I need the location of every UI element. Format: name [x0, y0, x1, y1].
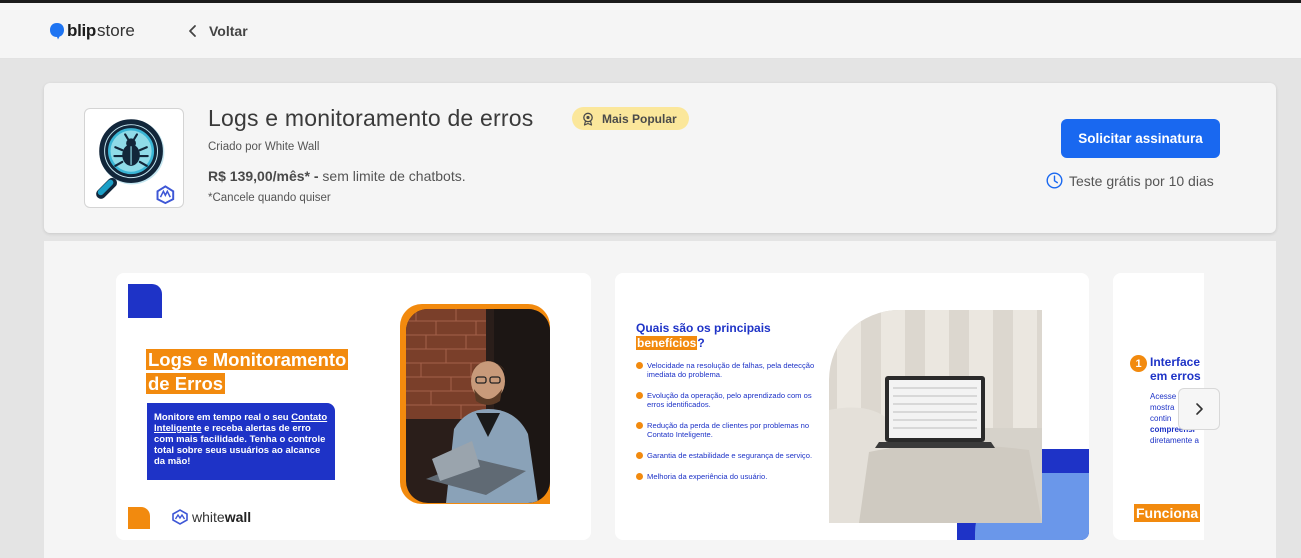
blip-bubble-icon — [50, 23, 64, 40]
slide3-body-line: diretamente a — [1150, 436, 1199, 445]
list-item: Redução da perda de clientes por problem… — [636, 421, 821, 439]
blip-store-logo[interactable]: blip store — [49, 19, 135, 43]
trial-label: Teste grátis por 10 dias — [1069, 172, 1214, 189]
logo-text-bold: blip — [67, 21, 97, 40]
benefits-list: Velocidade na resolução de falhas, pela … — [636, 361, 821, 493]
carousel-slide-2[interactable]: Quais são os principais benefícios? Velo… — [615, 273, 1089, 540]
decorative-orange-square — [128, 507, 150, 529]
page-title: Logs e monitoramento de erros — [208, 105, 534, 131]
slide1-title-text: Logs e Monitoramento de Erros — [146, 349, 349, 394]
screenshot-carousel: Logs e Monitoramento de Erros Monitore e… — [44, 241, 1276, 558]
cancel-note: *Cancele quando quiser — [208, 192, 331, 204]
price-line: R$ 139,00/mês* - sem limite de chatbots. — [208, 168, 466, 184]
step-number: 1 — [1130, 355, 1147, 372]
list-item: Garantia de estabilidade e segurança de … — [636, 451, 821, 460]
price-note: sem limite de chatbots. — [318, 168, 466, 184]
slide2-title: Quais são os principais benefícios? — [636, 321, 826, 351]
slide1-desc-pre: Monitore em tempo real o seu — [154, 412, 292, 423]
slide1-description: Monitore em tempo real o seu Contato Int… — [147, 403, 335, 480]
carousel-slide-1[interactable]: Logs e Monitoramento de Erros Monitore e… — [116, 273, 591, 540]
laptop-on-sofa-photo — [829, 310, 1042, 523]
brand-light: white — [192, 509, 225, 525]
badge-award-icon — [583, 112, 593, 126]
photo-illustration — [406, 309, 550, 503]
list-item: Velocidade na resolução de falhas, pela … — [636, 361, 821, 379]
photo-illustration-2 — [829, 310, 1042, 523]
creator-text: Criado por White Wall — [208, 141, 320, 153]
product-header-card: Logs e monitoramento de erros Mais Popul… — [44, 83, 1276, 233]
slide2-title-post: ? — [697, 336, 705, 350]
chevron-left-icon — [189, 25, 196, 37]
price-value: R$ 139,00/mês* - — [208, 168, 319, 184]
slide3-title: Interface em erros — [1150, 355, 1204, 383]
subscribe-button[interactable]: Solicitar assinatura — [1061, 119, 1220, 158]
bug-magnifier-icon — [96, 119, 175, 205]
decorative-blue-square — [128, 284, 162, 318]
carousel-next-button[interactable] — [1178, 388, 1220, 430]
chevron-right-icon — [1196, 403, 1203, 415]
popular-badge: Mais Popular — [572, 107, 689, 130]
top-navbar: blip store Voltar — [0, 3, 1301, 59]
brand-bold: wall — [224, 509, 252, 525]
back-button[interactable]: Voltar — [186, 19, 248, 43]
list-item: Evolução da operação, pelo aprendizado c… — [636, 391, 821, 409]
slide3-title-line2: em erros — [1150, 369, 1201, 383]
slide2-title-highlight: benefícios — [636, 336, 698, 350]
list-item: Melhoria da experiência do usuário. — [636, 472, 821, 481]
logo-text-light: store — [97, 21, 135, 40]
free-trial-info: Teste grátis por 10 dias — [1046, 172, 1214, 189]
app-icon — [84, 108, 184, 208]
back-label: Voltar — [209, 23, 248, 39]
clock-icon — [1046, 172, 1063, 189]
whitewall-icon — [172, 509, 188, 525]
slide3-footer: Funciona — [1134, 504, 1201, 522]
whitewall-logo: white wall — [172, 509, 251, 525]
slide2-title-pre: Quais são os principais — [636, 321, 771, 335]
slide3-title-line1: Interface — [1150, 355, 1201, 369]
badge-label: Mais Popular — [602, 111, 677, 126]
slide1-title: Logs e Monitoramento de Erros — [146, 348, 366, 396]
man-with-laptop-photo — [406, 309, 550, 503]
